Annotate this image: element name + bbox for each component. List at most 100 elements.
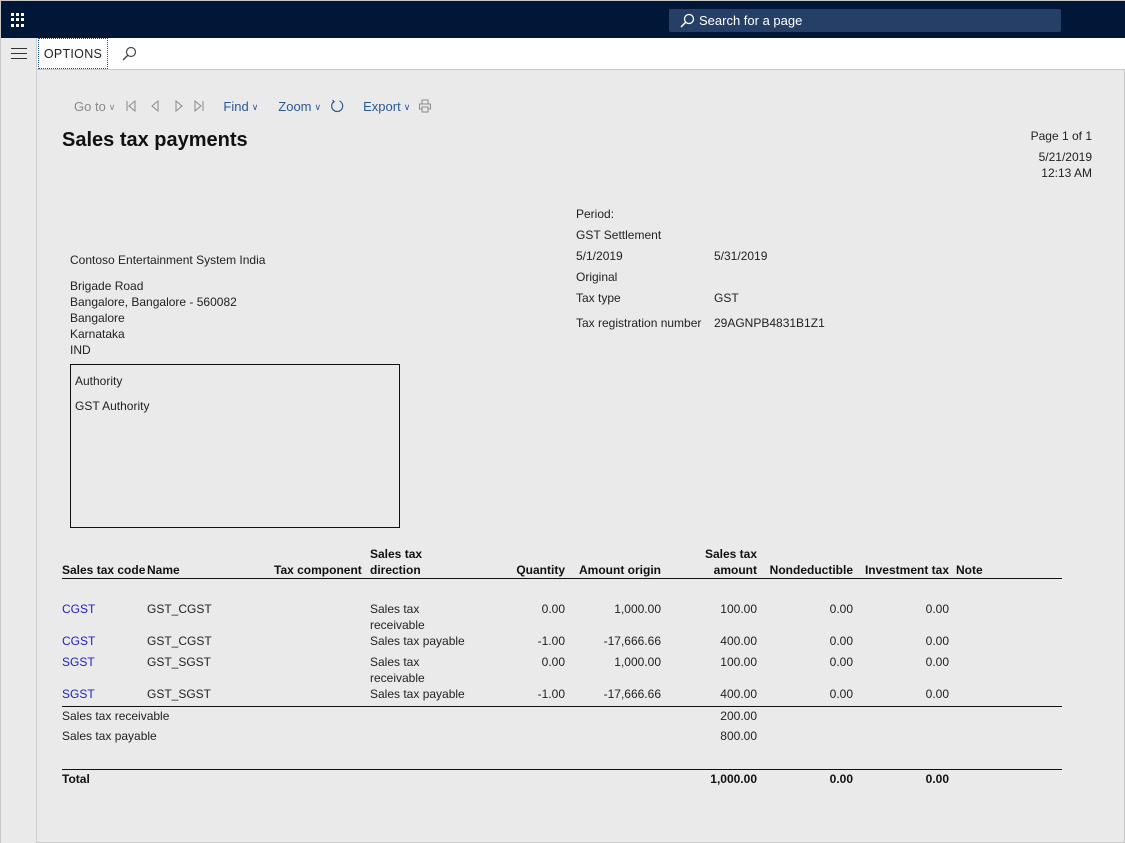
cell-direction: Sales tax [370, 655, 420, 669]
print-date: 5/21/2019 [1038, 150, 1092, 164]
tax-code-link[interactable]: CGST [62, 601, 95, 617]
summary-value: 800.00 [720, 729, 757, 743]
total-label: Total [62, 772, 90, 786]
col-direction-line1: Sales tax [370, 547, 423, 561]
report-page: Sales tax payments Page 1 of 1 5/21/2019… [1, 1, 1125, 843]
first-page-icon[interactable] [125, 100, 137, 112]
col-direction-line2: direction [370, 563, 421, 577]
cell-tax-amount: 100.00 [720, 602, 757, 616]
cell-name: GST_SGST [147, 687, 212, 701]
refresh-icon[interactable] [330, 99, 344, 113]
period-from-date: 5/1/2019 [576, 249, 623, 263]
tax-type-value: GST [714, 291, 739, 305]
col-note: Note [956, 563, 983, 577]
action-pane: OPTIONS [37, 38, 1125, 70]
cell-direction: Sales tax payable [370, 634, 465, 648]
top-navigation-bar: Search for a page [1, 1, 1125, 38]
export-label: Export [363, 98, 401, 114]
report-title: Sales tax payments [62, 129, 248, 151]
col-amount-origin: Amount origin [579, 563, 661, 577]
company-name: Contoso Entertainment System India [70, 253, 266, 267]
col-nondeductible: Nondeductible [769, 563, 853, 577]
cell-direction: Sales tax payable [370, 687, 465, 701]
app-launcher-icon[interactable] [11, 13, 25, 27]
goto-button[interactable]: Go to ∨ [74, 99, 115, 114]
zoom-label: Zoom [278, 98, 312, 114]
export-button[interactable]: Export ∨ [363, 99, 410, 114]
address-line: Bangalore [70, 311, 125, 325]
tax-registration-label: Tax registration number [576, 316, 702, 330]
summary-value: 200.00 [720, 709, 757, 723]
cell-tax-amount: 100.00 [720, 655, 757, 669]
summary-label: Sales tax receivable [62, 709, 170, 723]
authority-label: Authority [75, 374, 123, 388]
authority-box: Authority GST Authority [70, 364, 400, 528]
cell-nondeductible: 0.00 [829, 655, 853, 669]
goto-label: Go to [74, 98, 106, 114]
tax-type-label: Tax type [576, 291, 621, 305]
print-icon[interactable] [418, 99, 432, 113]
cell-quantity: -1.00 [537, 687, 565, 701]
period-to-date: 5/31/2019 [714, 249, 768, 263]
total-investment-tax: 0.00 [925, 772, 949, 786]
total-divider [62, 769, 1062, 770]
find-label: Find [223, 98, 249, 114]
action-search-icon[interactable] [121, 46, 137, 67]
cell-investment-tax: 0.00 [925, 602, 949, 616]
tax-registration-value: 29AGNPB4831B1Z1 [714, 316, 825, 330]
address-line: Karnataka [70, 327, 125, 341]
period-version: Original [576, 270, 618, 284]
rows-divider [62, 706, 1062, 707]
cell-direction-line2: receivable [370, 618, 425, 632]
page-info: Page 1 of 1 5/21/2019 12:13 AM [1031, 128, 1092, 181]
options-tab[interactable]: OPTIONS [38, 38, 108, 69]
tax-code-link[interactable]: CGST [62, 633, 95, 649]
cell-investment-tax: 0.00 [925, 634, 949, 648]
tax-code-link[interactable]: SGST [62, 686, 95, 702]
search-placeholder: Search for a page [699, 13, 803, 28]
settlement-period: GST Settlement [576, 228, 662, 242]
col-investment-tax: Investment tax [864, 563, 949, 577]
next-page-icon[interactable] [173, 100, 185, 112]
hamburger-menu-icon[interactable] [11, 48, 27, 60]
cell-name: GST_SGST [147, 655, 212, 669]
cell-direction: Sales tax [370, 602, 420, 616]
col-tax-amount-line1: Sales tax [704, 547, 757, 561]
cell-direction-line2: receivable [370, 671, 425, 685]
previous-page-icon[interactable] [149, 100, 161, 112]
total-nondeductible: 0.00 [829, 772, 853, 786]
total-tax-amount: 1,000.00 [710, 772, 757, 786]
col-sales-tax-code: Sales tax code [62, 563, 146, 577]
cell-name: GST_CGST [147, 634, 212, 648]
last-page-icon[interactable] [193, 100, 205, 112]
col-name: Name [147, 563, 180, 577]
chevron-down-icon: ∨ [251, 101, 259, 112]
cell-amount-origin: -17,666.66 [603, 634, 661, 648]
cell-quantity: 0.00 [541, 602, 565, 616]
cell-tax-amount: 400.00 [720, 687, 757, 701]
print-time: 12:13 AM [1041, 166, 1092, 180]
tax-code-link[interactable]: SGST [62, 654, 95, 670]
find-button[interactable]: Find ∨ [223, 99, 258, 114]
cell-name: GST_CGST [147, 602, 212, 616]
cell-investment-tax: 0.00 [925, 655, 949, 669]
summary-label: Sales tax payable [62, 729, 157, 743]
col-quantity: Quantity [516, 563, 565, 577]
cell-amount-origin: -17,666.66 [603, 687, 661, 701]
cell-nondeductible: 0.00 [829, 602, 853, 616]
cell-investment-tax: 0.00 [925, 687, 949, 701]
chevron-down-icon: ∨ [108, 101, 116, 112]
table-header: Sales tax code Name Tax component Sales … [62, 547, 1062, 579]
search-icon [680, 13, 695, 28]
cell-amount-origin: 1,000.00 [614, 655, 661, 669]
page-search-box[interactable]: Search for a page [669, 9, 1061, 32]
chevron-down-icon: ∨ [403, 101, 411, 112]
cell-nondeductible: 0.00 [829, 687, 853, 701]
cell-nondeductible: 0.00 [829, 634, 853, 648]
address-line: Bangalore, Bangalore - 560082 [70, 295, 237, 309]
period-label: Period: [576, 207, 615, 221]
chevron-down-icon: ∨ [314, 101, 322, 112]
address-line: Brigade Road [70, 279, 144, 293]
company-address: Brigade Road Bangalore, Bangalore - 5600… [70, 278, 237, 358]
zoom-button[interactable]: Zoom ∨ [278, 99, 321, 114]
